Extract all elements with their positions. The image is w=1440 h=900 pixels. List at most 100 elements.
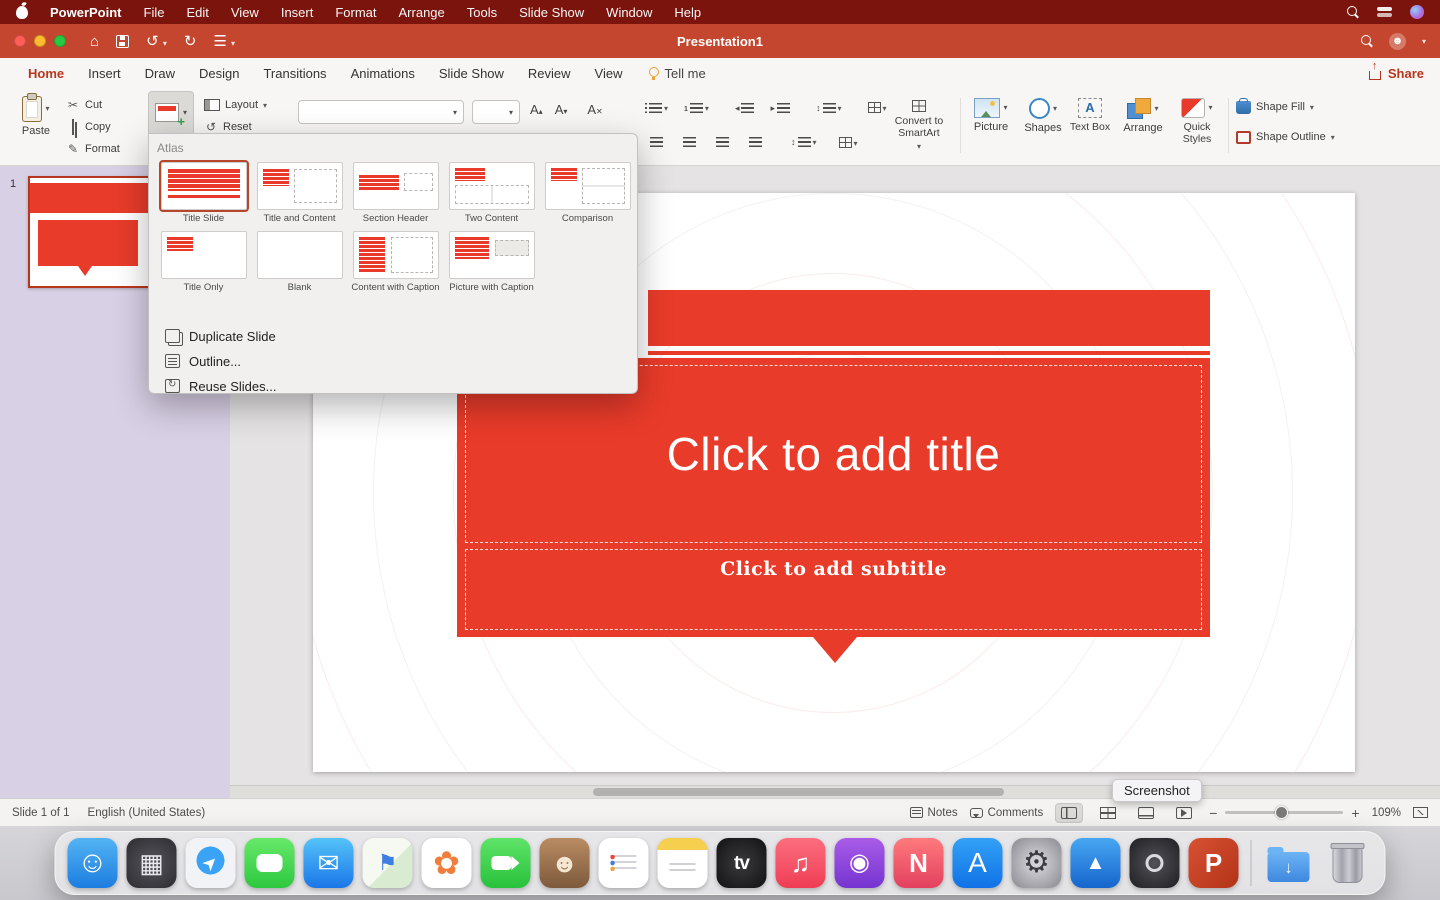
language-status[interactable]: English (United States)	[88, 807, 206, 819]
horizontal-scrollbar[interactable]	[230, 785, 1440, 798]
layout-option-title-content[interactable]: Title and Content	[252, 160, 347, 224]
format-painter-button[interactable]: ✎Format	[66, 138, 120, 160]
layout-option-content-caption[interactable]: Content with Caption	[348, 229, 443, 293]
quick-styles-button[interactable]: ▾ Quick Styles	[1172, 98, 1222, 145]
menubar-item-view[interactable]: View	[231, 5, 259, 20]
notes-dock-icon[interactable]	[658, 838, 708, 888]
tab-insert[interactable]: Insert	[76, 58, 133, 88]
font-name-select[interactable]: ▾	[298, 100, 464, 124]
minimize-window-button[interactable]	[34, 35, 46, 47]
zoom-window-button[interactable]	[54, 35, 66, 47]
normal-view-button[interactable]	[1055, 803, 1083, 823]
clear-formatting-button[interactable]: A✕	[587, 102, 602, 117]
zoom-slider-thumb[interactable]	[1275, 806, 1288, 819]
tab-transitions[interactable]: Transitions	[251, 58, 338, 88]
slide-sorter-view-button[interactable]	[1095, 804, 1121, 822]
menubar-item-help[interactable]: Help	[674, 5, 701, 20]
menubar-app-name[interactable]: PowerPoint	[50, 5, 122, 20]
paste-button[interactable]: ▾ Paste	[14, 96, 58, 138]
control-center-icon[interactable]	[1377, 7, 1392, 18]
subtitle-placeholder[interactable]: Click to add subtitle	[465, 549, 1202, 630]
vertical-align-button[interactable]: ↕▾	[791, 137, 817, 147]
layout-button[interactable]: Layout▾	[204, 94, 267, 116]
menubar-item-file[interactable]: File	[144, 5, 165, 20]
fit-slide-to-window-button[interactable]	[1413, 807, 1428, 818]
menubar-item-window[interactable]: Window	[606, 5, 652, 20]
notes-button[interactable]: Notes	[910, 807, 958, 819]
tab-draw[interactable]: Draw	[133, 58, 187, 88]
picture-button[interactable]: ▾ Picture	[968, 98, 1014, 134]
powerpoint-dock-icon[interactable]: P	[1189, 838, 1239, 888]
shape-fill-button[interactable]: Shape Fill▾	[1236, 96, 1335, 118]
app-store-dock-icon[interactable]: A	[953, 838, 1003, 888]
save-icon[interactable]	[116, 35, 129, 48]
reminders-dock-icon[interactable]	[599, 838, 649, 888]
launchpad-dock-icon[interactable]: ▦	[127, 838, 177, 888]
notes-page-view-button[interactable]	[1133, 804, 1159, 822]
text-box-button[interactable]: A Text Box	[1068, 98, 1112, 133]
customize-toolbar-button[interactable]: ☰ ▾	[213, 32, 235, 50]
align-right-button[interactable]	[711, 134, 734, 150]
account-button[interactable]: ☻	[1389, 33, 1406, 50]
duplicate-slide-menu-item[interactable]: Duplicate Slide	[159, 324, 282, 348]
zoom-out-button[interactable]: −	[1209, 805, 1217, 821]
siri-icon[interactable]	[1410, 5, 1424, 19]
home-icon[interactable]: ⌂	[90, 34, 99, 49]
text-direction-button[interactable]: ▾	[839, 137, 858, 148]
zoom-in-button[interactable]: +	[1351, 805, 1359, 821]
zoom-slider[interactable]	[1225, 811, 1343, 814]
account-chevron-icon[interactable]: ▾	[1422, 37, 1426, 46]
music-dock-icon[interactable]: ♫	[776, 838, 826, 888]
justify-button[interactable]	[744, 134, 767, 150]
line-spacing-button[interactable]: ↕▾	[816, 103, 842, 113]
arrange-button[interactable]: ▾ Arrange	[1118, 98, 1168, 135]
mail-dock-icon[interactable]: ✉	[304, 838, 354, 888]
redo-button[interactable]: ↻	[184, 32, 197, 50]
share-button[interactable]: Share	[1369, 66, 1424, 81]
menubar-item-edit[interactable]: Edit	[186, 5, 208, 20]
spotlight-search-icon[interactable]	[1347, 6, 1359, 18]
decrease-font-size-button[interactable]: A▾	[555, 102, 568, 117]
scrollbar-thumb[interactable]	[593, 788, 1004, 796]
tab-slide-show[interactable]: Slide Show	[427, 58, 516, 88]
slideshow-view-button[interactable]	[1171, 804, 1197, 822]
outline-menu-item[interactable]: Outline...	[159, 349, 282, 373]
bullets-button[interactable]: ▾	[645, 103, 668, 113]
increase-indent-button[interactable]: ▸	[770, 103, 790, 113]
menubar-item-insert[interactable]: Insert	[281, 5, 314, 20]
cut-button[interactable]: ✂Cut	[66, 94, 120, 116]
undo-button[interactable]: ↺ ▾	[146, 32, 167, 50]
menubar-item-tools[interactable]: Tools	[467, 5, 497, 20]
downloads-dock-icon[interactable]: ↓	[1264, 838, 1314, 888]
podcasts-dock-icon[interactable]: ◉	[835, 838, 885, 888]
screenshot-dock-icon[interactable]	[1130, 838, 1180, 888]
menubar-item-arrange[interactable]: Arrange	[399, 5, 445, 20]
news-dock-icon[interactable]: N	[894, 838, 944, 888]
titlebar-search-icon[interactable]	[1361, 35, 1373, 47]
decrease-indent-button[interactable]: ◂	[735, 103, 755, 113]
title-block[interactable]: Click to add title Click to add subtitle	[457, 358, 1210, 637]
layout-option-section-header[interactable]: Section Header	[348, 160, 443, 224]
layout-option-title-slide[interactable]: Title Slide	[156, 160, 251, 224]
shape-outline-button[interactable]: Shape Outline▾	[1236, 126, 1335, 148]
close-window-button[interactable]	[14, 35, 26, 47]
apple-menu-icon[interactable]	[16, 6, 28, 19]
apple-tv-dock-icon[interactable]: tv	[717, 838, 767, 888]
reuse-slides-menu-item[interactable]: Reuse Slides...	[159, 374, 282, 398]
layout-option-blank[interactable]: Blank	[252, 229, 347, 293]
font-size-select[interactable]: ▾	[472, 100, 520, 124]
system-settings-dock-icon[interactable]: ⚙	[1012, 838, 1062, 888]
trash-dock-icon[interactable]	[1323, 838, 1373, 888]
zoom-level[interactable]: 109%	[1372, 807, 1401, 819]
tab-review[interactable]: Review	[516, 58, 583, 88]
layout-option-picture-caption[interactable]: Picture with Caption	[444, 229, 539, 293]
safari-dock-icon[interactable]: ➤	[186, 838, 236, 888]
increase-font-size-button[interactable]: A▴	[530, 102, 543, 117]
convert-to-smartart-button[interactable]: Convert to SmartArt ▾	[884, 100, 954, 151]
maps-dock-icon[interactable]: ⚑	[363, 838, 413, 888]
new-slide-button[interactable]: ▾	[148, 91, 194, 133]
tab-view[interactable]: View	[583, 58, 635, 88]
tab-animations[interactable]: Animations	[339, 58, 427, 88]
tell-me-button[interactable]: Tell me	[649, 66, 706, 81]
tab-design[interactable]: Design	[187, 58, 251, 88]
